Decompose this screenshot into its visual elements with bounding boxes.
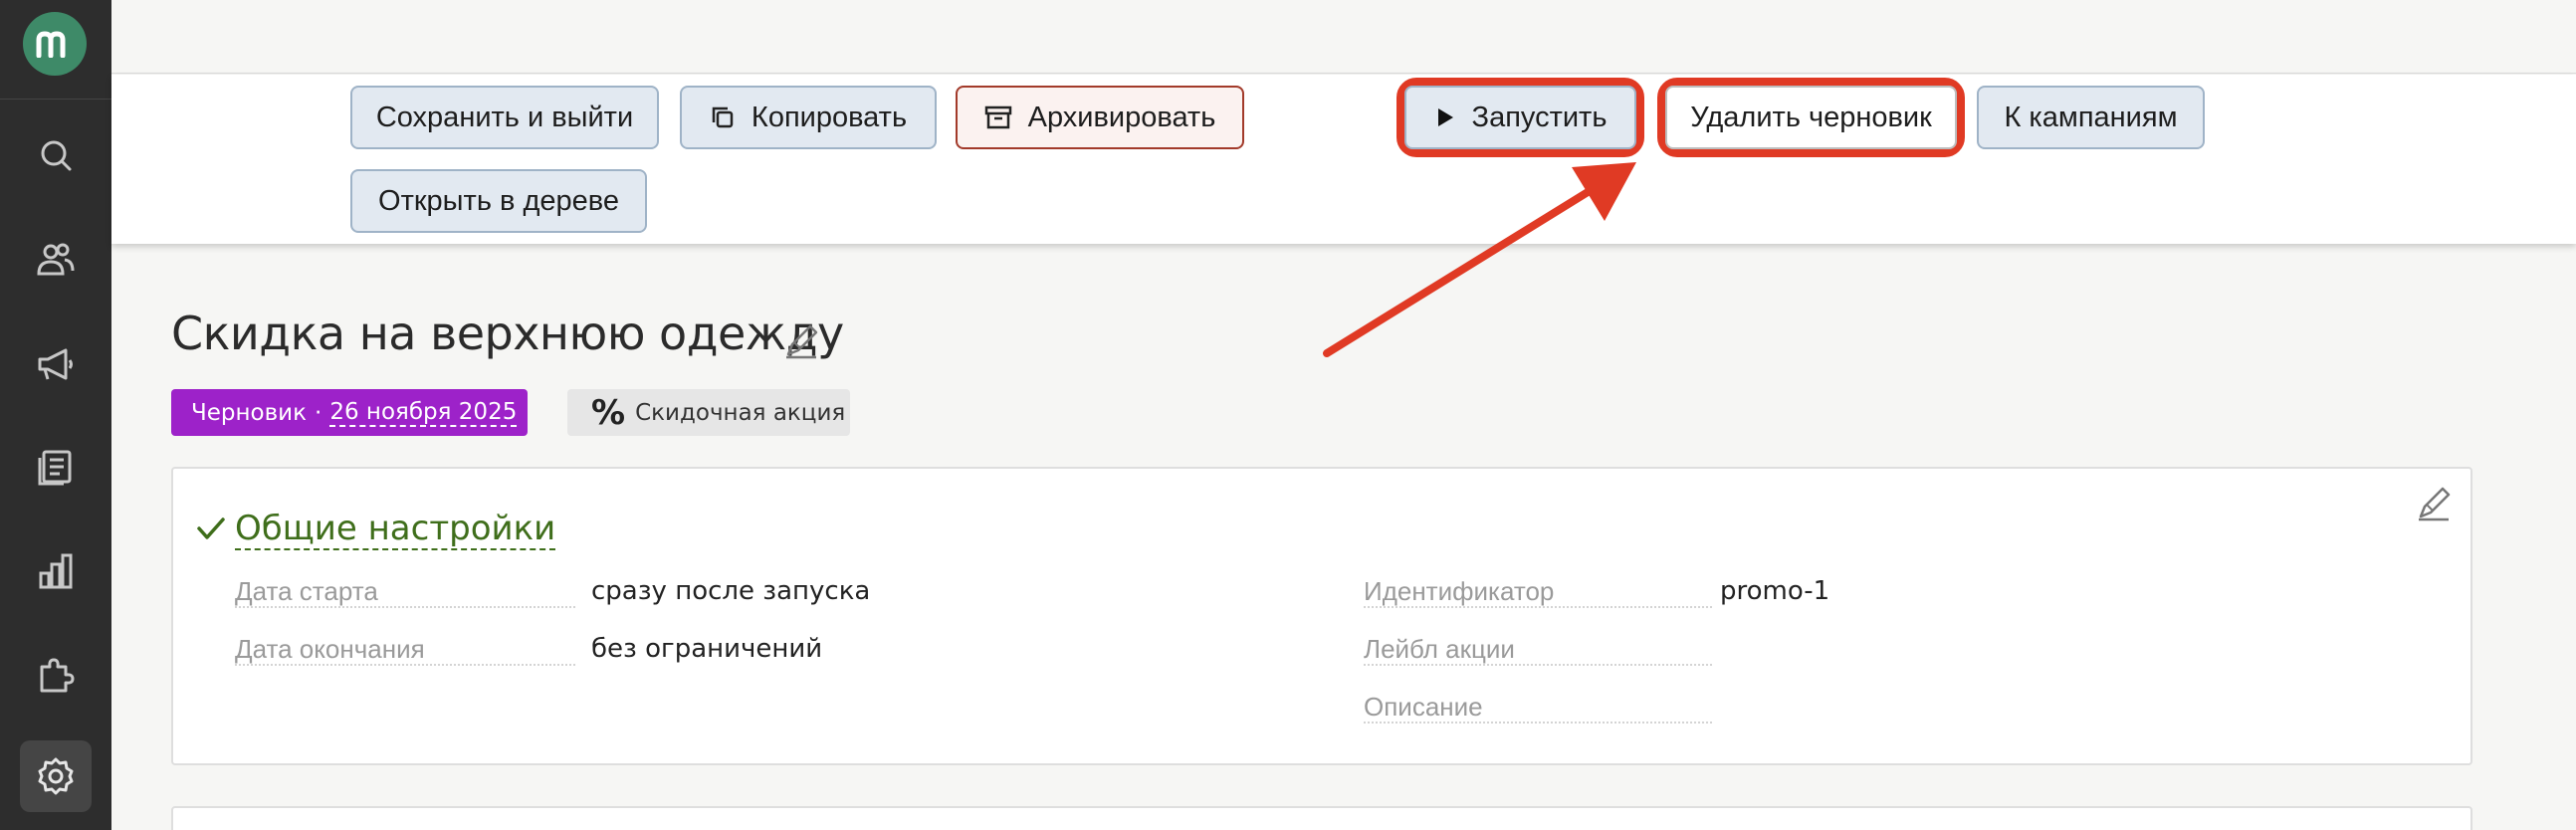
start-date-label: Дата старта xyxy=(235,576,575,608)
sidebar-divider xyxy=(0,99,111,100)
sidebar-item-search[interactable] xyxy=(20,119,92,191)
to-campaigns-label: К кампаниям xyxy=(2004,101,2178,133)
open-tree-button[interactable]: Открыть в дереве xyxy=(350,169,647,233)
play-icon xyxy=(1437,108,1453,126)
sidebar-item-campaigns[interactable] xyxy=(20,328,92,400)
top-bar xyxy=(111,0,2576,74)
sidebar-item-analytics[interactable] xyxy=(20,535,92,607)
edit-pen-icon[interactable] xyxy=(780,320,822,362)
search-icon xyxy=(41,140,72,171)
puzzle-icon xyxy=(40,658,75,693)
copy-button[interactable]: Копировать xyxy=(680,86,937,149)
to-campaigns-button[interactable]: К кампаниям xyxy=(1977,86,2205,149)
percent-icon: % xyxy=(591,392,626,433)
open-tree-label: Открыть в дереве xyxy=(378,184,619,217)
edit-pen-icon[interactable] xyxy=(2413,483,2455,524)
launch-button[interactable]: Запустить xyxy=(1404,86,1636,149)
document-icon xyxy=(38,450,72,486)
general-settings-card: Общие настройки Дата старта сразу после … xyxy=(171,467,2472,765)
megaphone-icon xyxy=(38,348,73,380)
identifier-value: promo-1 xyxy=(1720,576,1830,606)
archive-button[interactable]: Архивировать xyxy=(956,86,1244,149)
start-date-value: сразу после запуска xyxy=(591,576,871,606)
delete-draft-label: Удалить черновик xyxy=(1690,101,1932,133)
sidebar-item-integrations[interactable] xyxy=(20,639,92,711)
copy-icon xyxy=(712,106,734,128)
sidebar-item-settings[interactable] xyxy=(20,740,92,812)
next-section-card xyxy=(171,806,2472,830)
save-exit-label: Сохранить и выйти xyxy=(375,101,634,133)
save-exit-button[interactable]: Сохранить и выйти xyxy=(350,86,659,149)
logo-icon xyxy=(36,31,66,58)
launch-label: Запустить xyxy=(1471,101,1608,133)
archive-icon xyxy=(984,105,1011,129)
status-separator: · xyxy=(315,399,322,426)
users-icon xyxy=(37,243,75,276)
promo-type-badge: % Скидочная акция xyxy=(567,389,850,436)
delete-draft-button[interactable]: Удалить черновик xyxy=(1665,86,1957,149)
sidebar-item-users[interactable] xyxy=(20,224,92,296)
gear-icon xyxy=(38,757,74,795)
status-label: Черновик xyxy=(191,399,308,426)
promo-label-label: Лейбл акции xyxy=(1364,634,1712,666)
check-icon xyxy=(197,518,225,539)
end-date-label: Дата окончания xyxy=(235,634,575,666)
description-label: Описание xyxy=(1364,692,1712,724)
status-date[interactable]: 26 ноября 2025 xyxy=(329,399,518,427)
bar-chart-icon xyxy=(39,553,73,589)
page-title: Скидка на верхнюю одежду xyxy=(171,307,844,360)
section-title-general[interactable]: Общие настройки xyxy=(235,509,556,550)
copy-label: Копировать xyxy=(751,101,908,133)
end-date-value: без ограничений xyxy=(591,634,823,664)
action-toolbar: Сохранить и выйти Копировать Архивироват… xyxy=(111,75,2576,244)
sidebar xyxy=(0,0,111,830)
logo[interactable] xyxy=(23,12,87,76)
status-badge: Черновик · 26 ноября 2025 xyxy=(171,389,528,436)
identifier-label: Идентификатор xyxy=(1364,576,1712,608)
sidebar-item-content[interactable] xyxy=(20,432,92,504)
promo-type-label: Скидочная акция xyxy=(635,399,846,426)
archive-label: Архивировать xyxy=(1027,101,1216,133)
